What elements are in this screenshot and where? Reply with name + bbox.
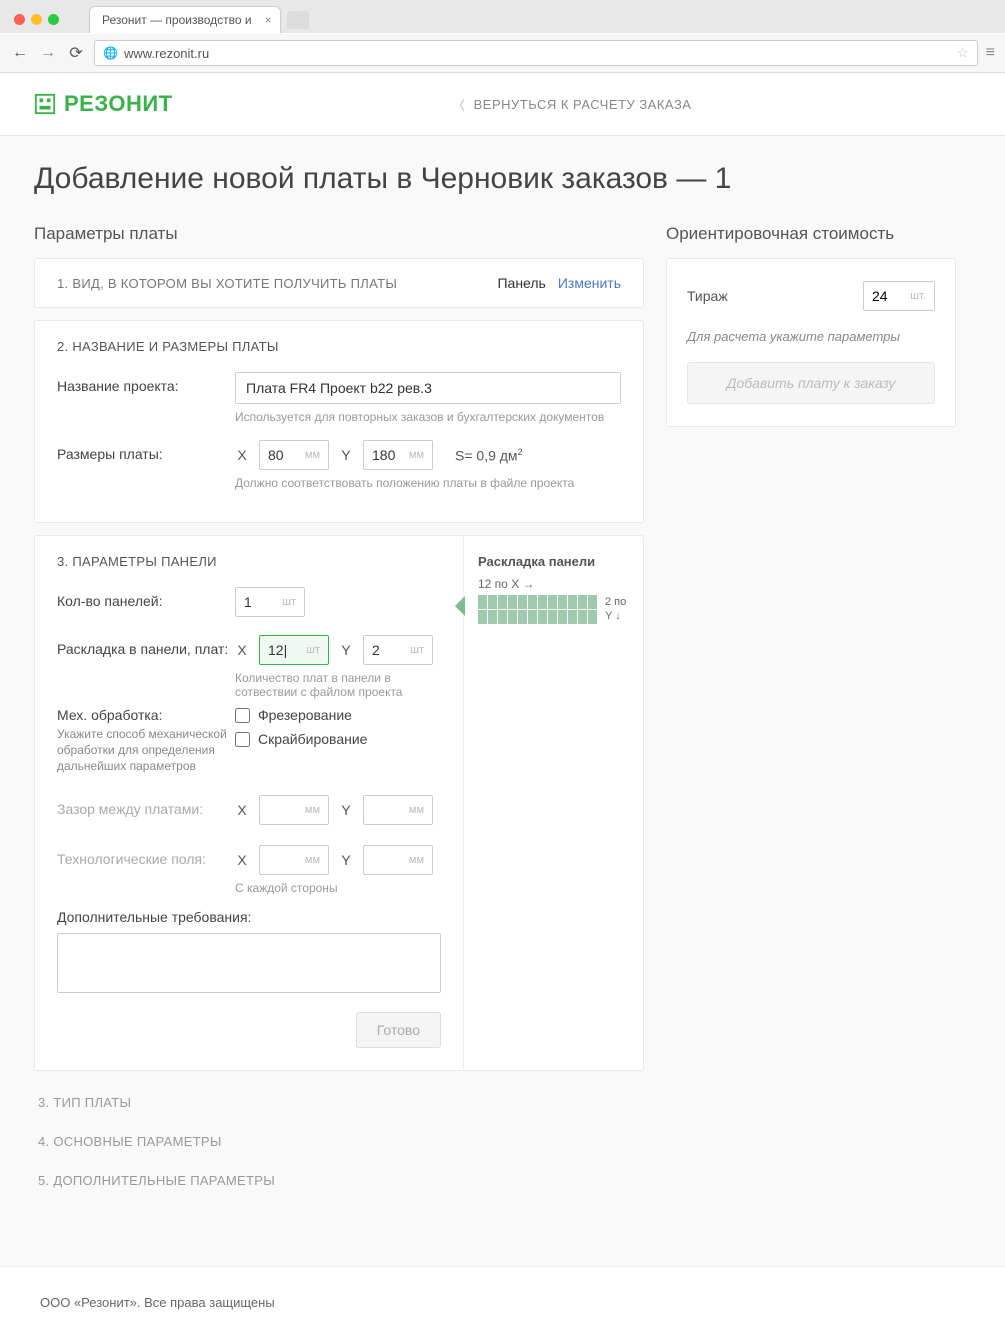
board-size-label: Размеры платы: bbox=[57, 440, 235, 462]
size-hint: Должно соответствовать положению платы в… bbox=[235, 476, 621, 490]
layout-x-input[interactable]: шт bbox=[259, 635, 329, 665]
gap-label: Зазор между платами: bbox=[57, 795, 235, 817]
step-1-title: 1. ВИД, В КОТОРОМ ВЫ ХОТИТЕ ПОЛУЧИТЬ ПЛА… bbox=[57, 276, 397, 291]
tirazh-label: Тираж bbox=[687, 288, 728, 304]
step-2-title: 2. НАЗВАНИЕ И РАЗМЕРЫ ПЛАТЫ bbox=[57, 339, 621, 354]
url-bar[interactable]: 🌐 www.rezonit.ru ☆ bbox=[94, 40, 978, 66]
preview-grid bbox=[478, 595, 597, 624]
cost-card: Тираж шт. Для расчета укажите параметры … bbox=[666, 258, 956, 427]
forward-icon[interactable]: → bbox=[38, 44, 58, 62]
step-1-value: Панель bbox=[497, 275, 545, 291]
gap-x-input[interactable]: мм bbox=[259, 795, 329, 825]
project-name-hint: Используется для повторных заказов и бух… bbox=[235, 410, 621, 424]
back-icon[interactable]: ← bbox=[10, 44, 30, 62]
bookmark-star-icon[interactable]: ☆ bbox=[957, 45, 969, 61]
step-3-type[interactable]: 3. ТИП ПЛАТЫ bbox=[34, 1083, 644, 1122]
step-1-change-link[interactable]: Изменить bbox=[558, 275, 621, 291]
new-tab-button[interactable] bbox=[287, 11, 309, 29]
x-label: X bbox=[235, 447, 249, 463]
site-header: РЕЗОНИТ 〈 ВЕРНУТЬСЯ К РАСЧЕТУ ЗАКАЗА bbox=[0, 73, 1005, 136]
mech-sublabel: Укажите способ механической обработки дл… bbox=[57, 726, 237, 775]
globe-icon: 🌐 bbox=[103, 46, 118, 60]
tirazh-input[interactable]: шт. bbox=[863, 281, 935, 311]
layout-label: Раскладка в панели, плат: bbox=[57, 635, 235, 657]
size-y-input[interactable]: мм bbox=[363, 440, 433, 470]
gap-y-input[interactable]: мм bbox=[363, 795, 433, 825]
preview-x-label: 12 по X → bbox=[478, 577, 629, 591]
chevron-left-icon: 〈 bbox=[452, 95, 466, 114]
preview-y-label: 2 по Y ↓ bbox=[605, 595, 629, 624]
panel-preview: Раскладка панели 12 по X → 2 по Y ↓ bbox=[463, 536, 643, 1070]
layout-y-input[interactable]: шт bbox=[363, 635, 433, 665]
step-4-main[interactable]: 4. ОСНОВНЫЕ ПАРАМЕТРЫ bbox=[34, 1122, 644, 1161]
extra-req-textarea[interactable] bbox=[57, 933, 441, 993]
project-name-label: Название проекта: bbox=[57, 372, 235, 394]
area-text: S= 0,9 дм2 bbox=[455, 447, 523, 464]
panels-count-label: Кол-во панелей: bbox=[57, 587, 235, 609]
techfields-label: Технологические поля: bbox=[57, 845, 235, 867]
layout-hint: Количество плат в панели в сотвествии с … bbox=[235, 671, 441, 699]
extra-req-label: Дополнительные требования: bbox=[57, 909, 441, 925]
step-2-card: 2. НАЗВАНИЕ И РАЗМЕРЫ ПЛАТЫ Название про… bbox=[34, 320, 644, 523]
tech-y-input[interactable]: мм bbox=[363, 845, 433, 875]
step-5-additional[interactable]: 5. ДОПОЛНИТЕЛЬНЫЕ ПАРАМЕТРЫ bbox=[34, 1161, 644, 1200]
logo[interactable]: РЕЗОНИТ bbox=[34, 91, 173, 117]
maximize-window-icon[interactable] bbox=[48, 14, 59, 25]
url-text: www.rezonit.ru bbox=[124, 46, 209, 61]
step-1-card: 1. ВИД, В КОТОРОМ ВЫ ХОТИТЕ ПОЛУЧИТЬ ПЛА… bbox=[34, 258, 644, 308]
reload-icon[interactable]: ⟳ bbox=[66, 43, 86, 63]
tech-x-input[interactable]: мм bbox=[259, 845, 329, 875]
step-3-card: 3. ПАРАМЕТРЫ ПАНЕЛИ Кол-во панелей: шт bbox=[34, 535, 644, 1071]
size-x-input[interactable]: мм bbox=[259, 440, 329, 470]
window-controls[interactable] bbox=[10, 14, 69, 25]
scribe-checkbox[interactable]: Скрайбирование bbox=[235, 731, 441, 747]
logo-icon bbox=[34, 93, 56, 115]
step-3-title: 3. ПАРАМЕТРЫ ПАНЕЛИ bbox=[57, 554, 441, 569]
minimize-window-icon[interactable] bbox=[31, 14, 42, 25]
tab-title: Резонит — производство и bbox=[102, 13, 252, 27]
mech-label: Мех. обработка: bbox=[57, 707, 235, 723]
panels-count-input[interactable]: шт bbox=[235, 587, 305, 617]
y-label: Y bbox=[339, 447, 353, 463]
close-window-icon[interactable] bbox=[14, 14, 25, 25]
add-to-order-button[interactable]: Добавить плату к заказу bbox=[687, 362, 935, 404]
cost-hint: Для расчета укажите параметры bbox=[687, 329, 935, 344]
logo-text: РЕЗОНИТ bbox=[64, 91, 173, 117]
preview-arrow-icon bbox=[455, 596, 465, 616]
browser-chrome: Резонит — производство и × ← → ⟳ 🌐 www.r… bbox=[0, 0, 1005, 73]
browser-menu-icon[interactable]: ≡ bbox=[986, 44, 995, 62]
params-heading: Параметры платы bbox=[34, 224, 644, 244]
footer: ООО «Резонит». Все права защищены bbox=[0, 1266, 1005, 1338]
back-to-order-link[interactable]: 〈 ВЕРНУТЬСЯ К РАСЧЕТУ ЗАКАЗА bbox=[452, 95, 691, 114]
ready-button[interactable]: Готово bbox=[356, 1012, 441, 1048]
tech-hint: С каждой стороны bbox=[235, 881, 441, 895]
project-name-input[interactable] bbox=[235, 372, 621, 404]
page-title: Добавление новой платы в Черновик заказо… bbox=[34, 162, 971, 196]
preview-title: Раскладка панели bbox=[478, 554, 629, 569]
frez-checkbox[interactable]: Фрезерование bbox=[235, 707, 441, 723]
browser-tab[interactable]: Резонит — производство и × bbox=[89, 6, 281, 33]
close-tab-icon[interactable]: × bbox=[265, 13, 272, 27]
cost-heading: Ориентировочная стоимость bbox=[666, 224, 956, 244]
